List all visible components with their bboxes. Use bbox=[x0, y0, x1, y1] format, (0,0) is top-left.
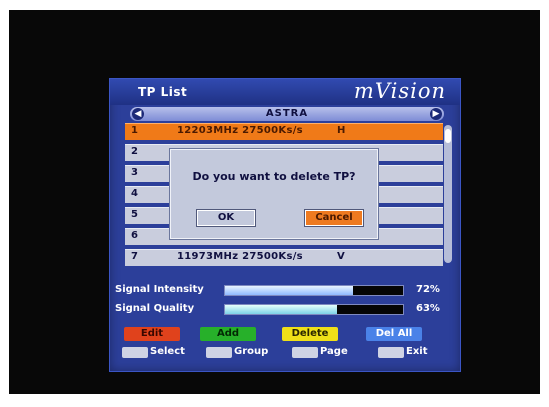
signal-quality-label: Signal Quality bbox=[115, 303, 195, 314]
tp-number: 4 bbox=[131, 188, 138, 199]
signal-intensity-fill bbox=[225, 286, 354, 295]
tp-frequency: 11973MHz 27500Ks/s bbox=[177, 251, 303, 262]
satellite-name: ASTRA bbox=[265, 108, 309, 119]
tp-number: 5 bbox=[131, 209, 138, 220]
page-hint-label: Page bbox=[320, 346, 348, 357]
tp-frequency: 12203MHz 27500Ks/s bbox=[177, 125, 303, 136]
right-arrow-icon[interactable]: ▶ bbox=[430, 108, 442, 120]
signal-quality-fill bbox=[225, 305, 338, 314]
list-scrollbar[interactable] bbox=[444, 125, 452, 263]
satellite-selector[interactable]: ◀ ASTRA ▶ bbox=[130, 107, 444, 121]
tv-screen: TP List mVision ◀ ASTRA ▶ 1 12203MHz 275… bbox=[9, 10, 540, 394]
tp-row[interactable]: 1 12203MHz 27500Ks/s H bbox=[125, 123, 443, 140]
delete-all-button[interactable]: Del All bbox=[366, 327, 422, 341]
scrollbar-thumb[interactable] bbox=[445, 129, 451, 143]
select-hint-label: Select bbox=[150, 346, 185, 357]
dialog-message: Do you want to delete TP? bbox=[192, 170, 356, 183]
tp-number: 7 bbox=[131, 251, 138, 262]
window-title: TP List bbox=[138, 85, 188, 99]
delete-button[interactable]: Delete bbox=[282, 327, 338, 341]
tp-polarization: V bbox=[337, 251, 345, 262]
tv-frame: TP List mVision ◀ ASTRA ▶ 1 12203MHz 275… bbox=[0, 0, 549, 407]
ok-key-icon bbox=[122, 347, 148, 358]
tp-number: 2 bbox=[131, 146, 138, 157]
signal-intensity-percent: 72% bbox=[416, 284, 440, 295]
exit-key-icon bbox=[378, 347, 404, 358]
add-button[interactable]: Add bbox=[200, 327, 256, 341]
tp-number: 1 bbox=[131, 125, 138, 136]
group-key-icon bbox=[206, 347, 232, 358]
edit-button[interactable]: Edit bbox=[124, 327, 180, 341]
tp-number: 3 bbox=[131, 167, 138, 178]
tp-list-window: TP List mVision ◀ ASTRA ▶ 1 12203MHz 275… bbox=[109, 78, 461, 372]
tp-polarization: H bbox=[337, 125, 346, 136]
ok-button[interactable]: OK bbox=[197, 210, 255, 226]
tp-row[interactable]: 7 11973MHz 27500Ks/s V bbox=[125, 249, 443, 266]
delete-confirm-dialog: Do you want to delete TP? OK Cancel bbox=[170, 149, 378, 239]
signal-quality-percent: 63% bbox=[416, 303, 440, 314]
title-bar: TP List mVision bbox=[110, 79, 460, 105]
tp-number: 6 bbox=[131, 230, 138, 241]
exit-hint-label: Exit bbox=[406, 346, 428, 357]
signal-intensity-meter bbox=[224, 285, 404, 296]
group-hint-label: Group bbox=[234, 346, 269, 357]
page-key-icon bbox=[292, 347, 318, 358]
signal-intensity-label: Signal Intensity bbox=[115, 284, 204, 295]
signal-quality-meter bbox=[224, 304, 404, 315]
brand-logo: mVision bbox=[353, 79, 446, 103]
cancel-button[interactable]: Cancel bbox=[305, 210, 363, 226]
